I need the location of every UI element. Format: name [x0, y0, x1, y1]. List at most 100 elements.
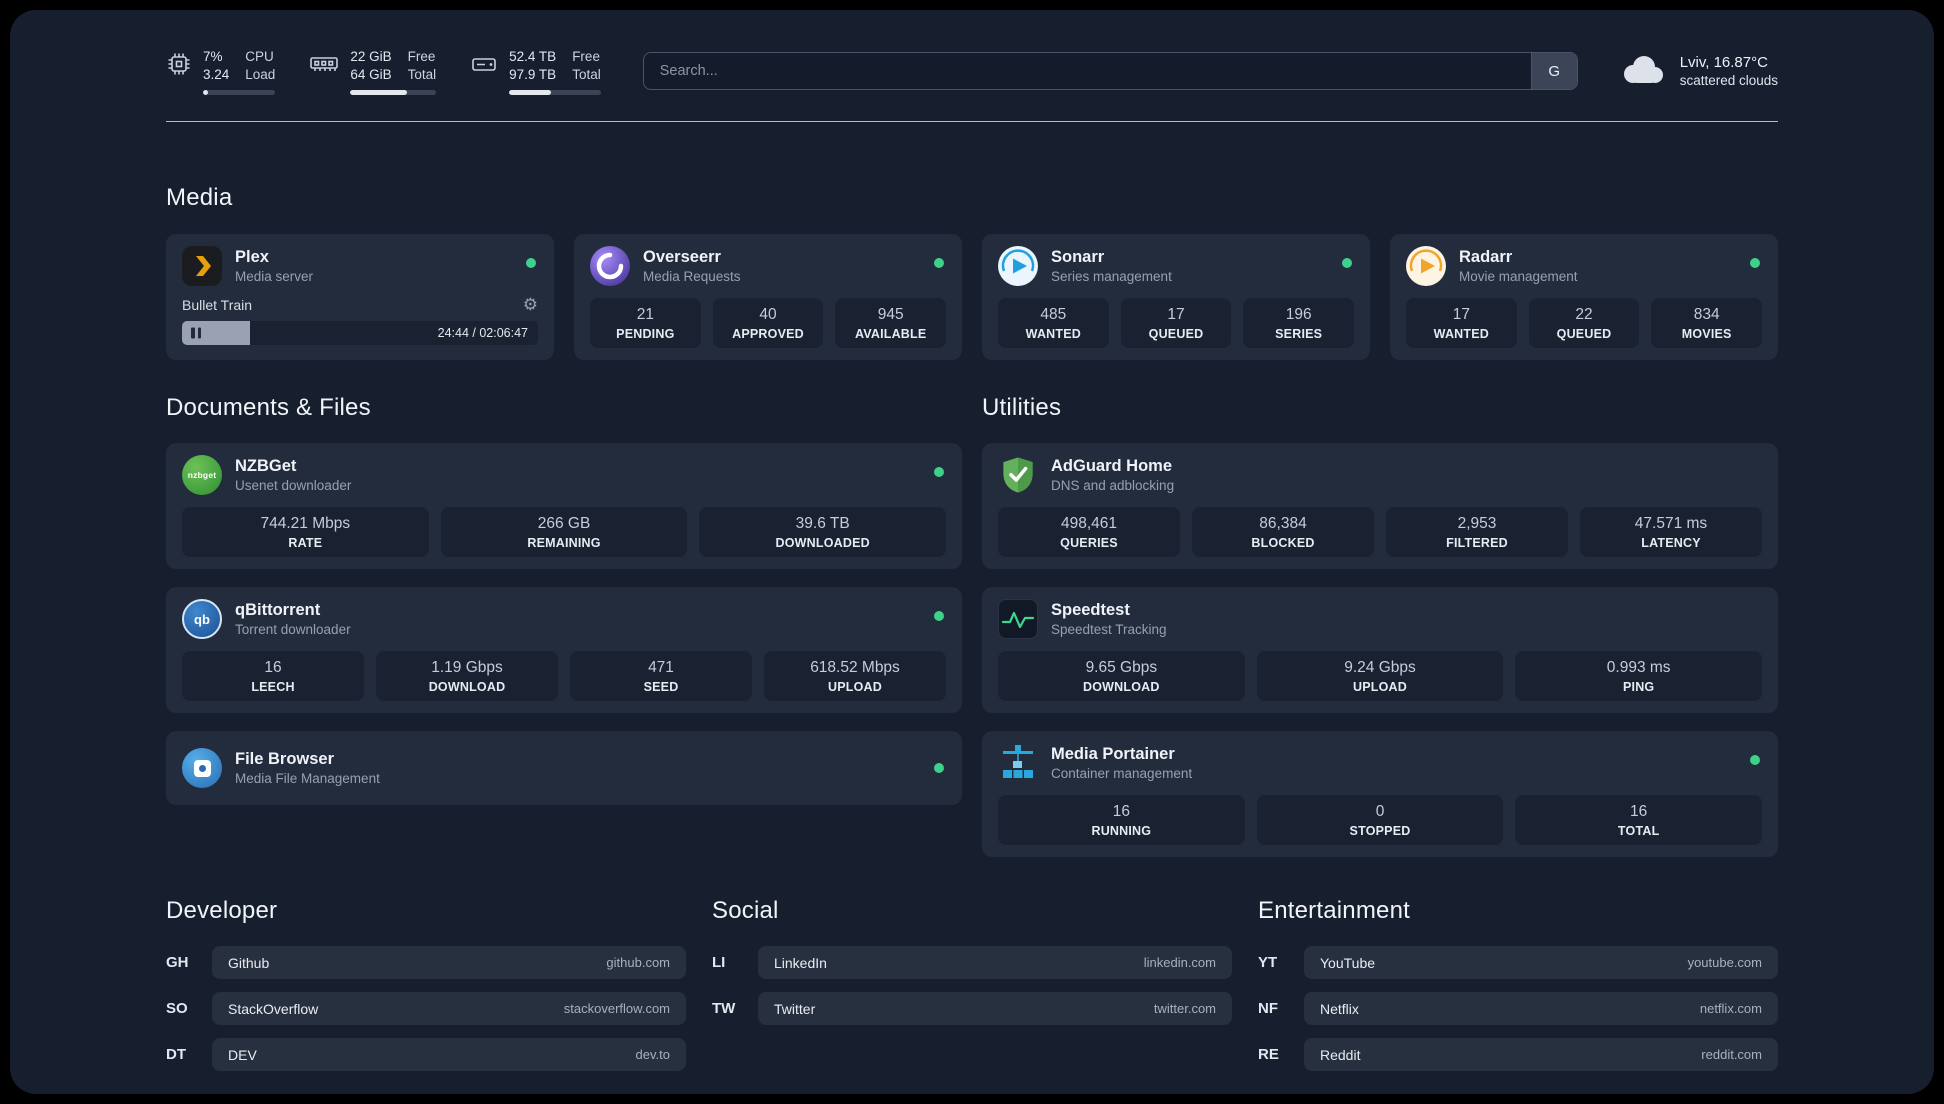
- stat-value: 86,384: [1259, 515, 1307, 533]
- stat-tile: 0.993 ms PING: [1515, 651, 1763, 702]
- bookmarks-entertainment: Entertainment YT YouTube youtube.com NF …: [1258, 897, 1778, 1072]
- bookmark-linkedin[interactable]: LI LinkedIn linkedin.com: [712, 946, 1232, 980]
- media-card-grid: Plex Media server Bullet Train ⚙ 24:44 /…: [166, 234, 1778, 361]
- service-card-filebrowser[interactable]: File Browser Media File Management: [166, 731, 962, 806]
- stat-label: SEED: [643, 680, 679, 695]
- bookmark-url: youtube.com: [1687, 955, 1762, 971]
- stat-label: DOWNLOAD: [428, 680, 506, 695]
- bookmark-youtube[interactable]: YT YouTube youtube.com: [1258, 946, 1778, 980]
- service-card-plex[interactable]: Plex Media server Bullet Train ⚙ 24:44 /…: [166, 234, 554, 361]
- stat-tile: 0 STOPPED: [1256, 795, 1504, 846]
- playback-progress-bar[interactable]: 24:44 / 02:06:47: [182, 321, 538, 346]
- stat-label: PING: [1622, 680, 1655, 695]
- bookmark-link[interactable]: Github github.com: [212, 946, 686, 980]
- bookmark-url: stackoverflow.com: [563, 1001, 670, 1017]
- bookmark-abbr: TW: [712, 1000, 736, 1018]
- service-card-speedtest[interactable]: Speedtest Speedtest Tracking 9.65 Gbps D…: [982, 587, 1778, 714]
- service-card-adguard[interactable]: AdGuard Home DNS and adblocking 498,461 …: [982, 443, 1778, 570]
- section-title-developer: Developer: [166, 897, 278, 925]
- header-divider: [166, 120, 1778, 122]
- stat-value: 17: [1452, 306, 1470, 324]
- stat-label: UPLOAD: [828, 680, 882, 695]
- memory-free: 22 GiB: [350, 49, 392, 64]
- memory-total: 64 GiB: [350, 66, 392, 82]
- stat-label: STOPPED: [1349, 824, 1411, 839]
- stat-tile: 471 SEED: [570, 651, 752, 702]
- pause-icon[interactable]: [191, 327, 201, 339]
- bookmark-url: twitter.com: [1153, 1001, 1216, 1017]
- stat-tile: 17 WANTED: [1406, 298, 1517, 349]
- bookmark-name: YouTube: [1320, 954, 1376, 971]
- stat-label: BLOCKED: [1251, 536, 1315, 551]
- service-description: Media Requests: [643, 269, 741, 285]
- weather-widget: Lviv, 16.87°C scattered clouds: [1616, 50, 1778, 93]
- bookmark-abbr: YT: [1258, 954, 1278, 972]
- bookmark-dev[interactable]: DT DEV dev.to: [166, 1038, 686, 1072]
- service-description: Series management: [1051, 269, 1172, 285]
- stat-label: UPLOAD: [1353, 680, 1407, 695]
- bookmark-link[interactable]: Twitter twitter.com: [758, 992, 1232, 1026]
- bookmark-reddit[interactable]: RE Reddit reddit.com: [1258, 1038, 1778, 1072]
- stat-tile: 498,461 QUERIES: [998, 507, 1180, 558]
- disk-total-label: Total: [572, 66, 601, 82]
- service-card-radarr[interactable]: Radarr Movie management 17 WANTED 22 QUE…: [1390, 234, 1778, 361]
- bookmark-url: dev.to: [635, 1047, 670, 1063]
- status-dot: [934, 763, 944, 774]
- stat-value: 834: [1693, 306, 1720, 324]
- service-card-sonarr[interactable]: Sonarr Series management 485 WANTED 17 Q…: [982, 234, 1370, 361]
- service-description: Torrent downloader: [235, 622, 351, 638]
- search-engine-button[interactable]: G: [1530, 53, 1577, 90]
- now-playing-title: Bullet Train: [182, 296, 253, 313]
- settings-gear-icon[interactable]: ⚙: [523, 296, 538, 313]
- service-card-overseerr[interactable]: Overseerr Media Requests 21 PENDING 40 A…: [574, 234, 962, 361]
- service-card-nzbget[interactable]: nzbget NZBGet Usenet downloader 744.21 M…: [166, 443, 962, 570]
- bookmark-url: linkedin.com: [1143, 955, 1216, 971]
- memory-widget: 22 GiB 64 GiB Free Total: [309, 48, 437, 95]
- service-name: NZBGet: [235, 457, 297, 476]
- stat-value: 471: [648, 659, 674, 677]
- cpu-load-label: Load: [245, 66, 276, 82]
- stat-label: MOVIES: [1681, 327, 1732, 342]
- service-description: Media File Management: [235, 771, 380, 787]
- disk-widget: 52.4 TB 97.9 TB Free Total: [470, 48, 601, 95]
- top-bar: 7% 3.24 CPU Load 22 GiB 64 GiB Free Tota…: [166, 48, 1778, 95]
- stat-label: LATENCY: [1641, 536, 1701, 551]
- bookmark-name: DEV: [228, 1046, 257, 1063]
- stat-value: 39.6 TB: [795, 515, 850, 533]
- stat-value: 40: [759, 306, 777, 324]
- adguard-shield-icon: [998, 455, 1038, 495]
- stat-value: 9.65 Gbps: [1085, 659, 1158, 677]
- bookmarks-developer: Developer GH Github github.com SO StackO…: [166, 897, 686, 1072]
- weather-text: Lviv, 16.87°C scattered clouds: [1680, 54, 1778, 88]
- memory-icon: [309, 51, 339, 82]
- bookmark-abbr: DT: [166, 1046, 186, 1064]
- section-title-entertainment: Entertainment: [1258, 897, 1411, 925]
- stat-value: 485: [1040, 306, 1067, 324]
- bookmark-link[interactable]: Netflix netflix.com: [1304, 992, 1778, 1026]
- stat-value: 945: [877, 306, 904, 324]
- bookmark-stackoverflow[interactable]: SO StackOverflow stackoverflow.com: [166, 992, 686, 1026]
- service-name: Overseerr: [643, 248, 721, 267]
- service-card-qbittorrent[interactable]: qb qBittorrent Torrent downloader 16 LEE…: [166, 587, 962, 714]
- cpu-chip-icon: [166, 51, 192, 82]
- stat-tile: 2,953 FILTERED: [1386, 507, 1568, 558]
- search-input[interactable]: [643, 53, 1531, 90]
- bookmark-github[interactable]: GH Github github.com: [166, 946, 686, 980]
- service-card-portainer[interactable]: Media Portainer Container management 16 …: [982, 731, 1778, 858]
- portainer-crane-icon: [998, 743, 1038, 783]
- bookmark-netflix[interactable]: NF Netflix netflix.com: [1258, 992, 1778, 1026]
- cpu-load-average: 3.24: [203, 66, 230, 82]
- disk-free-label: Free: [572, 49, 600, 64]
- bookmark-link[interactable]: YouTube youtube.com: [1304, 946, 1778, 980]
- stat-tile: 1.19 Gbps DOWNLOAD: [376, 651, 558, 702]
- bookmark-link[interactable]: StackOverflow stackoverflow.com: [212, 992, 686, 1026]
- weather-condition: scattered clouds: [1679, 73, 1778, 89]
- bookmark-link[interactable]: LinkedIn linkedin.com: [758, 946, 1232, 980]
- bookmark-link[interactable]: DEV dev.to: [212, 1038, 686, 1072]
- section-title-social: Social: [712, 897, 779, 925]
- disk-usage-fill: [509, 89, 552, 95]
- bookmark-link[interactable]: Reddit reddit.com: [1304, 1038, 1778, 1072]
- service-description: Container management: [1051, 766, 1193, 782]
- playback-time: 24:44 / 02:06:47: [437, 326, 528, 341]
- bookmark-twitter[interactable]: TW Twitter twitter.com: [712, 992, 1232, 1026]
